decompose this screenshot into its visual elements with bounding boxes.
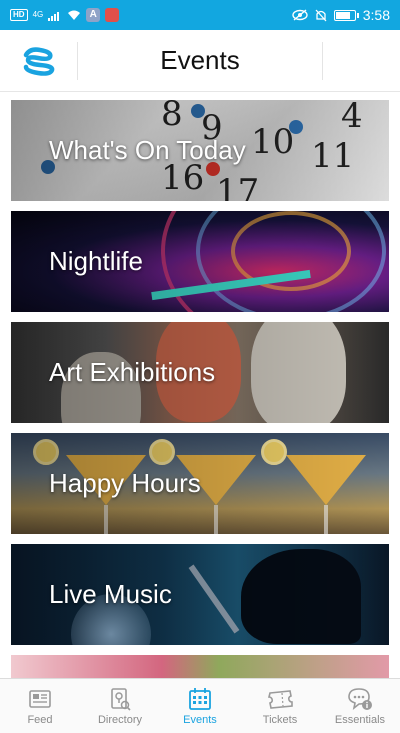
- home-app-icon: [105, 8, 120, 22]
- page-title: Events: [160, 45, 240, 75]
- nav-item-essentials[interactable]: Essentials: [320, 679, 400, 733]
- status-left: HD 4G A: [10, 8, 120, 22]
- status-right: 3:58: [292, 7, 390, 23]
- nav-label: Events: [183, 713, 217, 726]
- nav-item-feed[interactable]: Feed: [0, 679, 80, 733]
- calendar-icon: [189, 687, 211, 710]
- nav-item-events[interactable]: Events: [160, 679, 240, 733]
- battery-icon: [333, 9, 359, 21]
- mute-icon: [315, 9, 327, 21]
- bottom-nav: Feed Directory Events Tickets Essentials: [0, 678, 400, 733]
- nav-label: Essentials: [334, 713, 386, 726]
- eye-off-icon: [292, 9, 308, 21]
- a-app-icon: A: [86, 8, 101, 22]
- wifi-icon: [68, 10, 81, 20]
- flowers-image: [11, 655, 389, 678]
- nav-label: Tickets: [262, 713, 298, 726]
- nav-item-tickets[interactable]: Tickets: [240, 679, 320, 733]
- nav-label: Directory: [97, 713, 142, 726]
- logo[interactable]: [0, 41, 78, 80]
- event-card-flowers[interactable]: [11, 655, 389, 678]
- ticket-icon: [267, 689, 293, 709]
- chat-info-icon: [348, 687, 372, 710]
- event-card-live-music[interactable]: Live Music: [11, 544, 389, 645]
- battery-fill: [335, 11, 351, 19]
- network-type: 4G: [32, 10, 44, 19]
- event-card-label: What's On Today: [49, 135, 246, 165]
- event-card-label: Nightlife: [49, 246, 143, 276]
- signal-icon: [48, 11, 60, 21]
- event-card-art-exhibitions[interactable]: Art Exhibitions: [11, 322, 389, 423]
- stacked-s-logo-icon: [23, 46, 54, 76]
- event-card-label: Live Music: [49, 579, 172, 609]
- event-card-happy-hours[interactable]: Happy Hours: [11, 433, 389, 534]
- event-card-label: Art Exhibitions: [49, 357, 216, 387]
- header-spacer: [322, 41, 400, 80]
- event-card-nightlife[interactable]: Nightlife: [11, 211, 389, 312]
- nav-item-directory[interactable]: Directory: [80, 679, 160, 733]
- app-header: Events: [0, 30, 400, 92]
- event-card-whats-on-today[interactable]: 8 9 10 11 16 17 4 What's On Today: [11, 100, 389, 201]
- nav-label: Feed: [27, 713, 53, 726]
- event-card-label: Happy Hours: [49, 468, 201, 498]
- event-list[interactable]: 8 9 10 11 16 17 4 What's On Today Nightl…: [0, 92, 400, 678]
- hd-badge: HD: [10, 9, 28, 21]
- directory-icon: [111, 687, 131, 711]
- feed-icon: [29, 689, 51, 708]
- status-time: 3:58: [362, 7, 390, 23]
- status-bar: HD 4G A 3:58: [0, 0, 400, 30]
